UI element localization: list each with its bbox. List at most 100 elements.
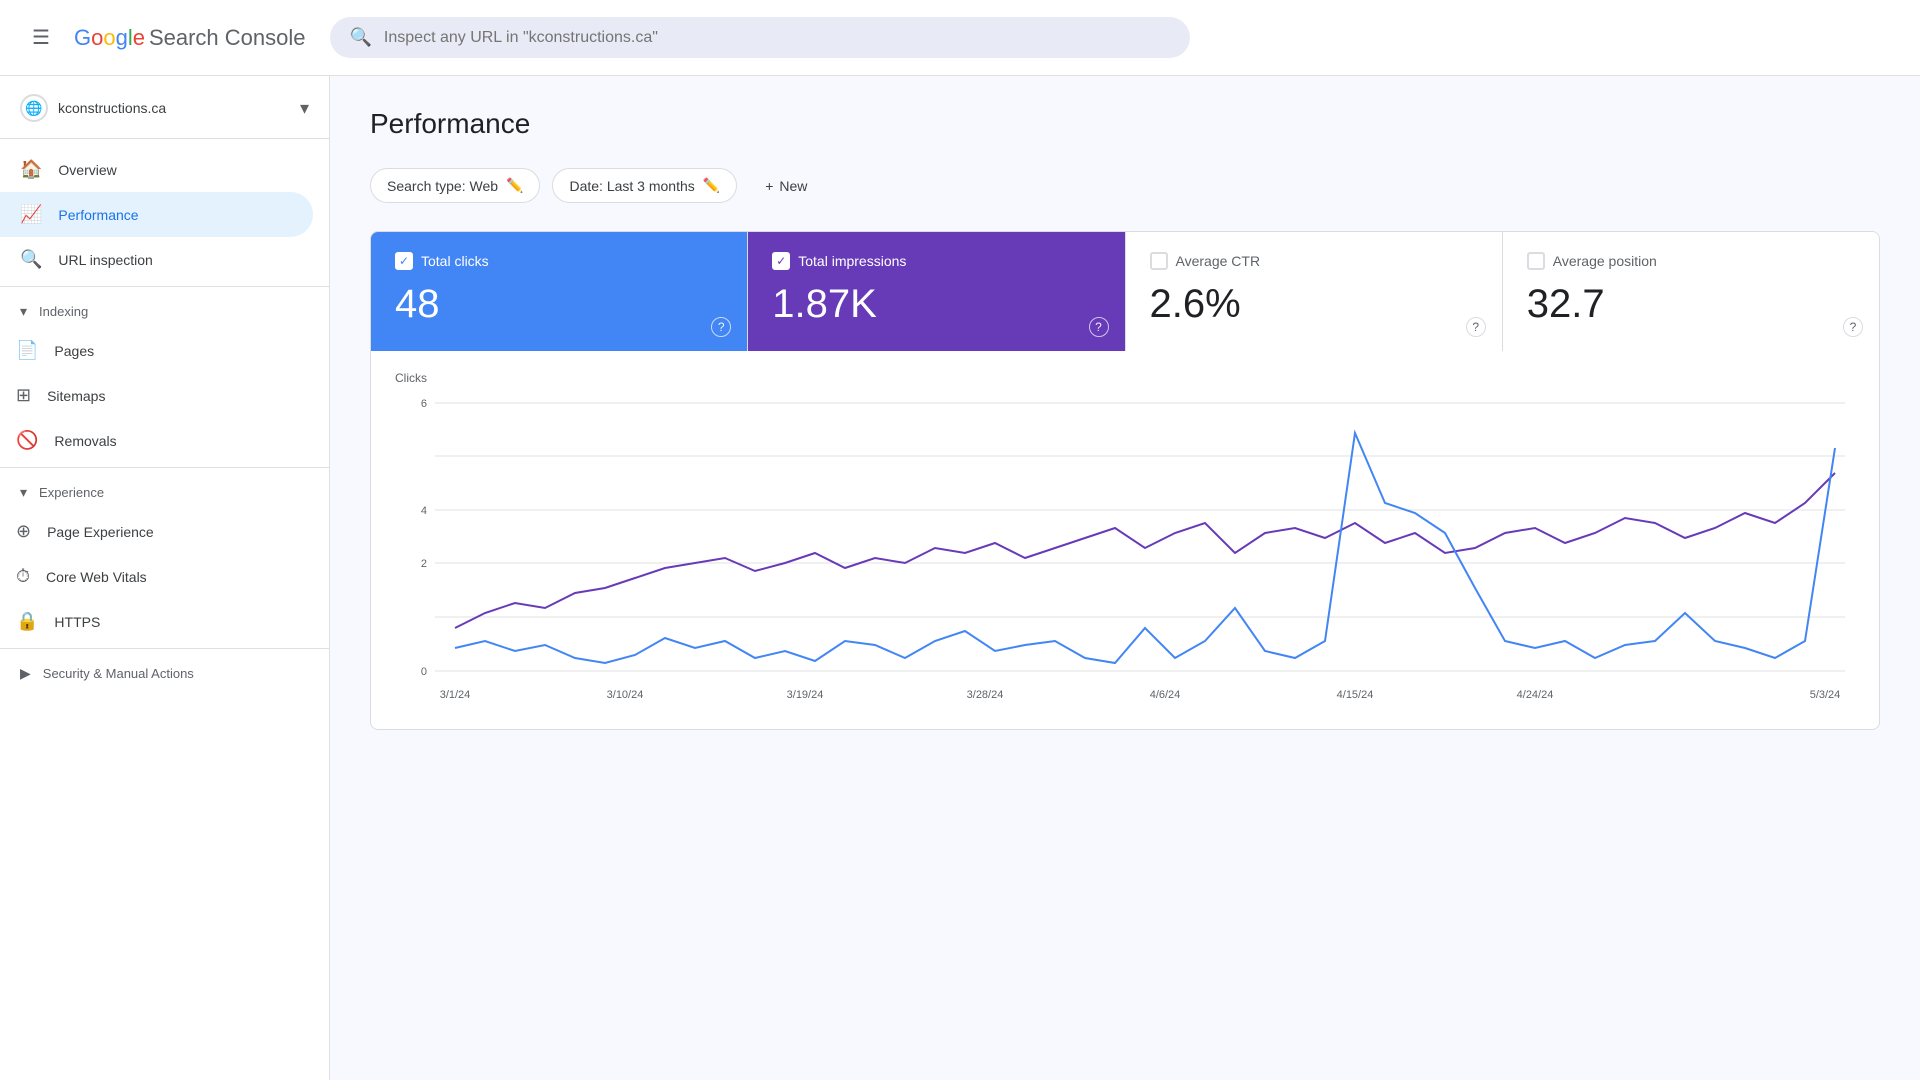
layout: 🌐 kconstructions.ca ▾ 🏠 Overview 📈 Perfo…: [0, 76, 1920, 1080]
sidebar-item-https[interactable]: 🔒 HTTPS: [0, 599, 313, 644]
total-clicks-checkbox[interactable]: ✓: [395, 252, 413, 270]
total-impressions-label: Total impressions: [798, 253, 906, 269]
metric-cards: ✓ Total clicks 48 ? ✓ Total impressions …: [370, 231, 1880, 351]
sidebar-item-page-experience[interactable]: ⊕ Page Experience: [0, 509, 313, 554]
total-impressions-help-icon[interactable]: ?: [1089, 317, 1109, 337]
total-clicks-value: 48: [395, 282, 723, 327]
indexing-section-label: Indexing: [39, 304, 88, 319]
experience-collapse-icon: ▾: [20, 484, 27, 501]
sidebar-item-sitemaps-label: Sitemaps: [47, 388, 105, 404]
avg-ctr-help-icon[interactable]: ?: [1466, 317, 1486, 337]
filter-bar: Search type: Web ✏️ Date: Last 3 months …: [370, 168, 1880, 203]
metric-card-avg-position[interactable]: Average position 32.7 ?: [1503, 232, 1879, 351]
new-filter-button[interactable]: + New: [749, 170, 823, 202]
svg-text:3/10/24: 3/10/24: [607, 689, 644, 701]
new-filter-label: New: [779, 178, 807, 194]
total-clicks-label: Total clicks: [421, 253, 489, 269]
sidebar-item-pages-label: Pages: [54, 343, 94, 359]
property-selector[interactable]: 🌐 kconstructions.ca ▾: [0, 84, 329, 139]
date-label: Date: Last 3 months: [569, 178, 694, 194]
chart-y-label: Clicks: [395, 371, 1855, 385]
svg-text:2: 2: [421, 558, 427, 570]
chart-wrapper: 6 4 2 0 3/1/24 3/10/24 3/19/24 3/28/24 4…: [395, 393, 1855, 713]
plus-icon: +: [765, 178, 773, 194]
logo[interactable]: Google Search Console: [74, 25, 306, 51]
chart-container: Clicks 6 4 2 0: [370, 351, 1880, 730]
sidebar-item-removals-label: Removals: [54, 433, 116, 449]
metric-card-total-impressions[interactable]: ✓ Total impressions 1.87K ?: [748, 232, 1125, 351]
indexing-section-header[interactable]: ▾ Indexing: [0, 291, 329, 328]
search-type-filter[interactable]: Search type: Web ✏️: [370, 168, 540, 203]
removals-icon: 🚫: [16, 430, 38, 451]
sidebar-item-url-inspection[interactable]: 🔍 URL inspection: [0, 237, 313, 282]
svg-text:5/3/24: 5/3/24: [1810, 689, 1841, 701]
menu-icon[interactable]: ☰: [24, 17, 58, 58]
page-title: Performance: [370, 108, 1880, 140]
metric-card-total-clicks[interactable]: ✓ Total clicks 48 ?: [371, 232, 748, 351]
svg-text:4/6/24: 4/6/24: [1150, 689, 1181, 701]
sidebar-item-page-experience-label: Page Experience: [47, 524, 154, 540]
https-icon: 🔒: [16, 611, 38, 632]
svg-text:4/15/24: 4/15/24: [1337, 689, 1374, 701]
page-experience-icon: ⊕: [16, 521, 31, 542]
date-edit-icon: ✏️: [703, 177, 720, 194]
svg-text:6: 6: [421, 398, 427, 410]
logo-text: Search Console: [149, 25, 306, 51]
svg-text:4: 4: [421, 505, 427, 517]
sidebar-item-sitemaps[interactable]: ⊞ Sitemaps: [0, 373, 313, 418]
trending-icon: 📈: [20, 204, 42, 225]
sidebar-item-core-web-vitals[interactable]: ⏱ Core Web Vitals: [0, 554, 313, 599]
date-filter[interactable]: Date: Last 3 months ✏️: [552, 168, 737, 203]
experience-section-header[interactable]: ▾ Experience: [0, 472, 329, 509]
sidebar-item-performance-label: Performance: [58, 207, 138, 223]
pages-icon: 📄: [16, 340, 38, 361]
sidebar-item-overview[interactable]: 🏠 Overview: [0, 147, 313, 192]
avg-ctr-checkbox[interactable]: [1150, 252, 1168, 270]
search-type-edit-icon: ✏️: [506, 177, 523, 194]
divider-2: [0, 467, 329, 468]
main-content: Performance Search type: Web ✏️ Date: La…: [330, 76, 1920, 1080]
sidebar-item-removals[interactable]: 🚫 Removals: [0, 418, 313, 463]
svg-text:3/19/24: 3/19/24: [787, 689, 824, 701]
core-web-vitals-icon: ⏱: [16, 566, 30, 587]
search-icon: 🔍: [350, 27, 372, 48]
avg-ctr-label: Average CTR: [1176, 253, 1261, 269]
avg-position-label: Average position: [1553, 253, 1657, 269]
sidebar-item-performance[interactable]: 📈 Performance: [0, 192, 313, 237]
performance-chart: 6 4 2 0 3/1/24 3/10/24 3/19/24 3/28/24 4…: [395, 393, 1855, 713]
sidebar-item-url-inspection-label: URL inspection: [58, 252, 152, 268]
property-dropdown-icon: ▾: [300, 98, 309, 119]
avg-position-value: 32.7: [1527, 282, 1855, 327]
svg-text:3/1/24: 3/1/24: [440, 689, 471, 701]
sidebar-item-pages[interactable]: 📄 Pages: [0, 328, 313, 373]
avg-position-checkbox[interactable]: [1527, 252, 1545, 270]
home-icon: 🏠: [20, 159, 42, 180]
sitemaps-icon: ⊞: [16, 385, 31, 406]
avg-position-help-icon[interactable]: ?: [1843, 317, 1863, 337]
url-search-bar[interactable]: 🔍: [330, 17, 1190, 58]
url-search-input[interactable]: [384, 29, 1170, 47]
sidebar-item-core-web-vitals-label: Core Web Vitals: [46, 569, 147, 585]
property-icon: 🌐: [20, 94, 48, 122]
security-section-label: Security & Manual Actions: [43, 666, 194, 681]
experience-section-label: Experience: [39, 485, 104, 500]
sidebar: 🌐 kconstructions.ca ▾ 🏠 Overview 📈 Perfo…: [0, 76, 330, 1080]
total-clicks-help-icon[interactable]: ?: [711, 317, 731, 337]
search-type-label: Search type: Web: [387, 178, 498, 194]
sidebar-item-https-label: HTTPS: [54, 614, 100, 630]
security-section-header[interactable]: ▶ Security & Manual Actions: [0, 653, 329, 690]
security-expand-icon: ▶: [20, 665, 31, 682]
svg-text:0: 0: [421, 666, 427, 678]
divider-3: [0, 648, 329, 649]
property-name: kconstructions.ca: [58, 100, 290, 116]
header: ☰ Google Search Console 🔍: [0, 0, 1920, 76]
svg-text:3/28/24: 3/28/24: [967, 689, 1004, 701]
divider-1: [0, 286, 329, 287]
metric-card-avg-ctr[interactable]: Average CTR 2.6% ?: [1126, 232, 1503, 351]
avg-ctr-value: 2.6%: [1150, 282, 1478, 327]
total-impressions-value: 1.87K: [772, 282, 1100, 327]
collapse-icon: ▾: [20, 303, 27, 320]
svg-text:4/24/24: 4/24/24: [1517, 689, 1554, 701]
sidebar-item-overview-label: Overview: [58, 162, 116, 178]
total-impressions-checkbox[interactable]: ✓: [772, 252, 790, 270]
